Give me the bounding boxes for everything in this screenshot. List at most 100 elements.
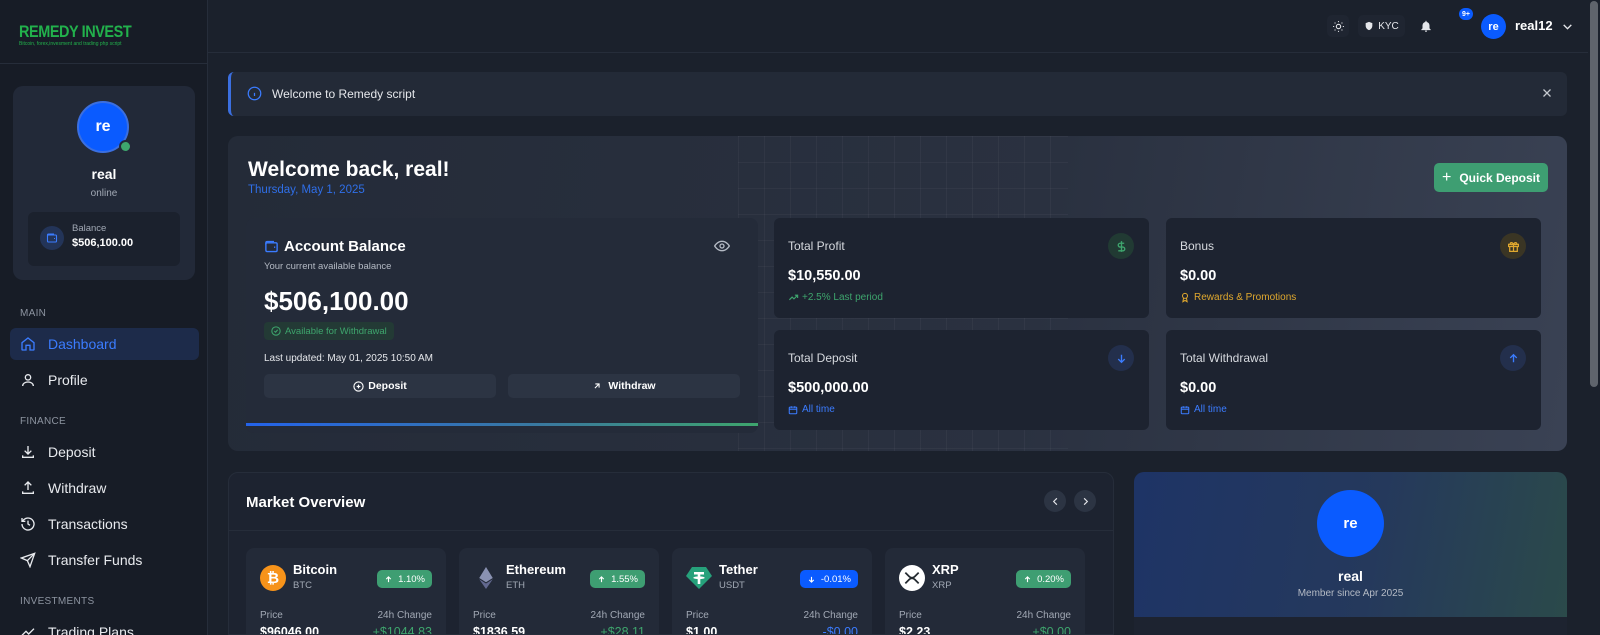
coin-card-tether[interactable]: Tether USDT -0.01% Price 24h Change $1.0… bbox=[672, 548, 872, 634]
coin-symbol: BTC bbox=[293, 580, 312, 591]
tether-icon bbox=[686, 565, 712, 591]
nav-section-investments: INVESTMENTS bbox=[20, 596, 95, 607]
change-percent: 1.55% bbox=[611, 573, 638, 585]
trending-up-icon bbox=[788, 294, 799, 301]
stat-label: Total Profit bbox=[788, 239, 845, 253]
chevron-down-icon[interactable] bbox=[1561, 20, 1574, 33]
plus-circle-icon bbox=[353, 380, 364, 392]
close-icon[interactable] bbox=[1541, 87, 1553, 99]
gift-icon bbox=[1500, 233, 1526, 259]
welcome-alert: Welcome to Remedy script bbox=[228, 72, 1567, 116]
scrollbar[interactable] bbox=[1588, 0, 1600, 635]
sidebar-item-withdraw[interactable]: Withdraw bbox=[10, 472, 199, 504]
change-label: 24h Change bbox=[377, 610, 433, 621]
total-deposit-card: Total Deposit $500,000.00 All time bbox=[774, 330, 1149, 430]
stat-label: Total Withdrawal bbox=[1180, 351, 1269, 365]
sidebar-item-trading-plans[interactable]: Trading Plans bbox=[10, 616, 199, 635]
send-icon bbox=[20, 552, 36, 568]
sidebar-item-label: Withdraw bbox=[48, 480, 107, 496]
sidebar-item-dashboard[interactable]: Dashboard bbox=[10, 328, 199, 360]
stat-label: Bonus bbox=[1180, 239, 1215, 253]
chevron-right-icon bbox=[1083, 497, 1088, 505]
kyc-label: KYC bbox=[1378, 20, 1399, 32]
shield-icon bbox=[1365, 21, 1373, 31]
sidebar-item-transfer-funds[interactable]: Transfer Funds bbox=[10, 544, 199, 576]
notifications-button[interactable] bbox=[1415, 15, 1437, 37]
logo[interactable]: REMEDY INVEST Bitcoin, forex,invesment a… bbox=[0, 0, 207, 64]
user-avatar[interactable]: re bbox=[1481, 14, 1506, 39]
member-name: real bbox=[1338, 568, 1363, 584]
withdraw-button[interactable]: Withdraw bbox=[508, 374, 740, 398]
balance-label: Balance bbox=[72, 223, 107, 234]
stat-footnote: All time bbox=[1180, 404, 1227, 415]
arrow-down-icon bbox=[808, 576, 815, 583]
coin-change-value: +$0.00 bbox=[1032, 625, 1071, 635]
change-percent: -0.01% bbox=[820, 573, 851, 585]
withdraw-button-label: Withdraw bbox=[608, 380, 656, 392]
arrow-up-icon bbox=[1500, 345, 1526, 371]
nav-section-main: MAIN bbox=[20, 308, 47, 319]
kyc-button[interactable]: KYC bbox=[1358, 15, 1405, 37]
bitcoin-icon: ₿ bbox=[260, 565, 286, 591]
divider bbox=[229, 530, 1113, 531]
coin-card-bitcoin[interactable]: ₿ Bitcoin BTC 1.10% Price 24h Change $96… bbox=[246, 548, 446, 635]
withdrawal-status-badge: Available for Withdrawal bbox=[264, 322, 394, 340]
xrp-icon bbox=[899, 565, 925, 591]
account-balance-subtitle: Your current available balance bbox=[264, 261, 392, 272]
arrow-up-icon bbox=[1024, 575, 1031, 582]
deposit-button[interactable]: Deposit bbox=[264, 374, 496, 398]
sun-icon bbox=[1332, 20, 1344, 32]
stat-footnote-text: Rewards & Promotions bbox=[1194, 292, 1297, 303]
username[interactable]: real12 bbox=[1515, 18, 1553, 33]
arrow-up-icon bbox=[598, 575, 605, 582]
avatar[interactable]: re bbox=[1317, 490, 1384, 557]
trending-icon bbox=[20, 624, 36, 635]
calendar-icon bbox=[1180, 405, 1190, 414]
profile-status: online bbox=[90, 188, 118, 199]
market-prev-button[interactable] bbox=[1044, 490, 1066, 512]
sidebar-item-label: Transfer Funds bbox=[48, 552, 143, 568]
sidebar-balance: Balance $506,100.00 bbox=[28, 212, 180, 266]
coin-change-value: +$1044.83 bbox=[372, 625, 432, 635]
alert-message: Welcome to Remedy script bbox=[272, 87, 416, 101]
stat-footnote: All time bbox=[788, 404, 835, 415]
sidebar-item-label: Profile bbox=[48, 372, 88, 388]
quick-deposit-button[interactable]: + Quick Deposit bbox=[1434, 163, 1548, 192]
stat-value: $0.00 bbox=[1180, 380, 1217, 396]
theme-toggle[interactable] bbox=[1327, 15, 1349, 37]
home-icon bbox=[20, 336, 36, 352]
coin-symbol: ETH bbox=[506, 580, 525, 591]
ethereum-icon bbox=[473, 565, 499, 591]
profile-name: real bbox=[91, 166, 117, 182]
nav-section-finance: FINANCE bbox=[20, 416, 66, 427]
online-indicator bbox=[119, 140, 132, 153]
sidebar-item-transactions[interactable]: Transactions bbox=[10, 508, 199, 540]
dollar-icon bbox=[1108, 233, 1134, 259]
sidebar-item-profile[interactable]: Profile bbox=[10, 364, 199, 396]
arrow-up-icon bbox=[385, 575, 392, 582]
coin-card-xrp[interactable]: XRP XRP 0.20% Price 24h Change $2.23 +$0… bbox=[885, 548, 1085, 635]
topbar: KYC 9+ re real12 bbox=[208, 0, 1588, 53]
user-icon bbox=[20, 372, 36, 388]
coin-name: Tether bbox=[719, 562, 758, 577]
coin-symbol: XRP bbox=[932, 580, 952, 591]
coin-price: $1836.59 bbox=[473, 625, 526, 635]
coin-name: Ethereum bbox=[506, 562, 566, 577]
balance-gradient-bar bbox=[246, 423, 758, 426]
stat-footnote: Rewards & Promotions bbox=[1180, 292, 1296, 303]
market-next-button[interactable] bbox=[1074, 490, 1096, 512]
stat-footnote: +2.5% Last period bbox=[788, 292, 883, 303]
eye-icon[interactable] bbox=[714, 238, 730, 254]
deposit-button-label: Deposit bbox=[368, 380, 407, 392]
coin-card-ethereum[interactable]: Ethereum ETH 1.55% Price 24h Change $183… bbox=[459, 548, 659, 635]
market-overview: Market Overview ₿ Bitcoin BTC 1.10% Pric… bbox=[228, 472, 1114, 635]
plus-icon: + bbox=[1441, 168, 1452, 186]
sidebar-item-deposit[interactable]: Deposit bbox=[10, 436, 199, 468]
welcome-hero: Welcome back, real! Thursday, May 1, 202… bbox=[228, 136, 1567, 451]
withdrawal-status-label: Available for Withdrawal bbox=[285, 325, 387, 337]
stat-value: $10,550.00 bbox=[788, 268, 861, 284]
scrollbar-thumb[interactable] bbox=[1590, 1, 1598, 387]
price-label: Price bbox=[899, 610, 922, 621]
member-profile-card: re real Member since Apr 2025 bbox=[1134, 472, 1567, 635]
stat-footnote-text: All time bbox=[802, 404, 835, 415]
